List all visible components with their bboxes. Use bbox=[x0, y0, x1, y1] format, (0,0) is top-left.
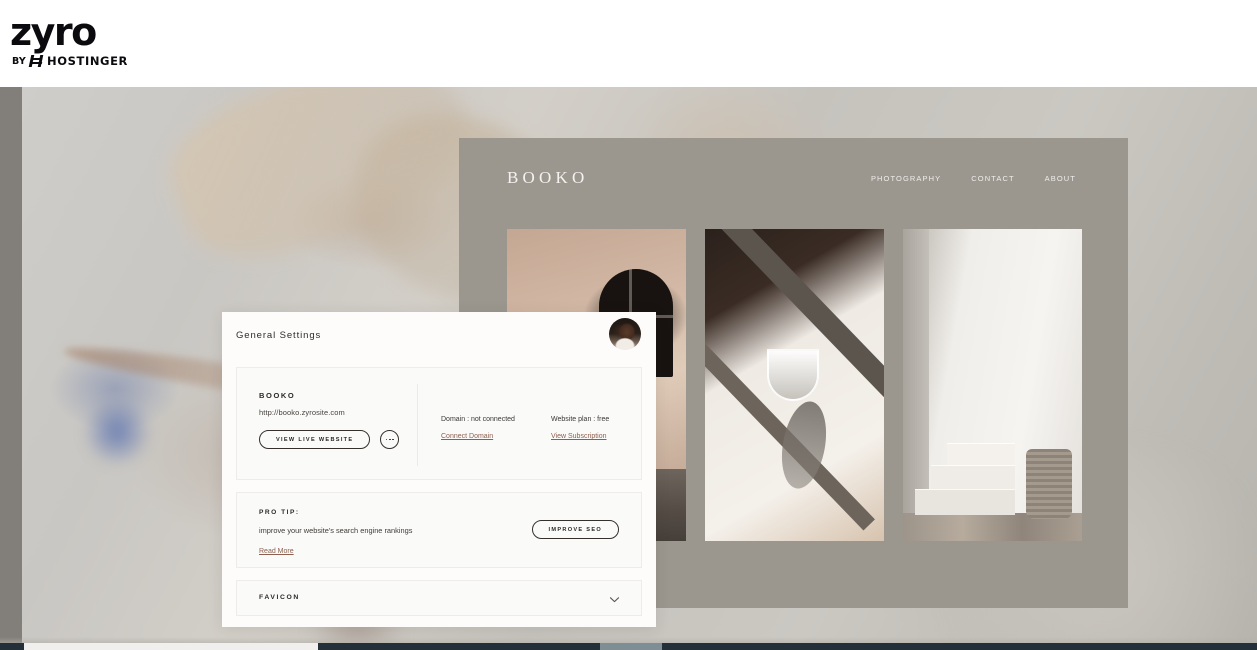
gallery-image-3-step bbox=[931, 465, 1015, 489]
site-actions: VIEW LIVE WEBSITE bbox=[259, 430, 429, 449]
general-settings-card: General Settings BOOKO http://booko.zyro… bbox=[222, 312, 656, 627]
pro-tip-title: PRO TIP: bbox=[259, 509, 300, 516]
improve-seo-button[interactable]: IMPROVE SEO bbox=[531, 520, 619, 539]
background-blur-shape bbox=[82, 397, 152, 467]
zyro-wordmark: zyro bbox=[10, 10, 97, 54]
top-bar: zyro BY HOSTINGER bbox=[0, 0, 1257, 87]
pro-tip-text: improve your website's search engine ran… bbox=[259, 526, 413, 535]
preview-site-logo: BOOKO bbox=[507, 168, 589, 187]
gallery-image-2-glass bbox=[767, 349, 819, 401]
hostinger-h-icon bbox=[28, 55, 44, 67]
site-url: http://booko.zyrosite.com bbox=[259, 408, 345, 417]
view-subscription-link[interactable]: View Subscription bbox=[551, 433, 607, 440]
gallery-image-3-basket bbox=[1026, 449, 1072, 519]
gallery-image-3-column bbox=[903, 229, 929, 513]
os-taskbar[interactable] bbox=[0, 643, 1257, 650]
taskbar-segment-light bbox=[24, 643, 318, 650]
avatar[interactable] bbox=[609, 318, 641, 350]
settings-header: General Settings bbox=[222, 312, 656, 364]
pro-tip-panel: PRO TIP: improve your website's search e… bbox=[236, 492, 642, 568]
zyro-logo[interactable]: zyro BY HOSTINGER bbox=[10, 13, 200, 68]
panel-divider bbox=[417, 384, 418, 466]
hostinger-byline: BY HOSTINGER bbox=[12, 54, 200, 68]
preview-nav: PHOTOGRAPHY CONTACT ABOUT bbox=[871, 174, 1076, 183]
connect-domain-link[interactable]: Connect Domain bbox=[441, 433, 493, 440]
screen-root: BOOKO PHOTOGRAPHY CONTACT ABOUT General … bbox=[0, 0, 1257, 650]
site-info-left: BOOKO http://booko.zyrosite.com VIEW LIV… bbox=[259, 391, 429, 449]
dot-icon bbox=[392, 438, 395, 441]
preview-nav-contact[interactable]: CONTACT bbox=[971, 174, 1014, 183]
domain-status-group: Domain : not connected Connect Domain bbox=[441, 416, 515, 443]
page-title: General Settings bbox=[236, 330, 322, 341]
chevron-down-icon[interactable] bbox=[608, 593, 621, 606]
left-edge-strip bbox=[0, 87, 22, 645]
gallery-image-2 bbox=[705, 229, 884, 541]
preview-nav-photography[interactable]: PHOTOGRAPHY bbox=[871, 174, 941, 183]
plan-status-group: Website plan : free View Subscription bbox=[551, 416, 609, 443]
preview-nav-about[interactable]: ABOUT bbox=[1045, 174, 1076, 183]
more-options-button[interactable] bbox=[380, 430, 400, 449]
site-info-panel: BOOKO http://booko.zyrosite.com VIEW LIV… bbox=[236, 367, 642, 480]
dot-icon bbox=[385, 438, 388, 441]
favicon-title: FAVICON bbox=[259, 594, 300, 601]
site-name: BOOKO bbox=[259, 391, 296, 400]
view-live-website-button[interactable]: VIEW LIVE WEBSITE bbox=[259, 430, 371, 449]
read-more-link[interactable]: Read More bbox=[259, 548, 294, 555]
byline-hostinger: HOSTINGER bbox=[47, 54, 128, 68]
gallery-image-3 bbox=[903, 229, 1082, 541]
byline-by: BY bbox=[12, 55, 27, 67]
taskbar-segment-mid bbox=[600, 643, 662, 650]
domain-status-label: Domain : not connected bbox=[441, 416, 515, 423]
gallery-image-3-step bbox=[915, 489, 1015, 515]
gallery-image-3-step bbox=[947, 443, 1015, 465]
plan-status-label: Website plan : free bbox=[551, 416, 610, 423]
favicon-panel[interactable]: FAVICON bbox=[236, 580, 642, 616]
dot-icon bbox=[389, 438, 391, 441]
